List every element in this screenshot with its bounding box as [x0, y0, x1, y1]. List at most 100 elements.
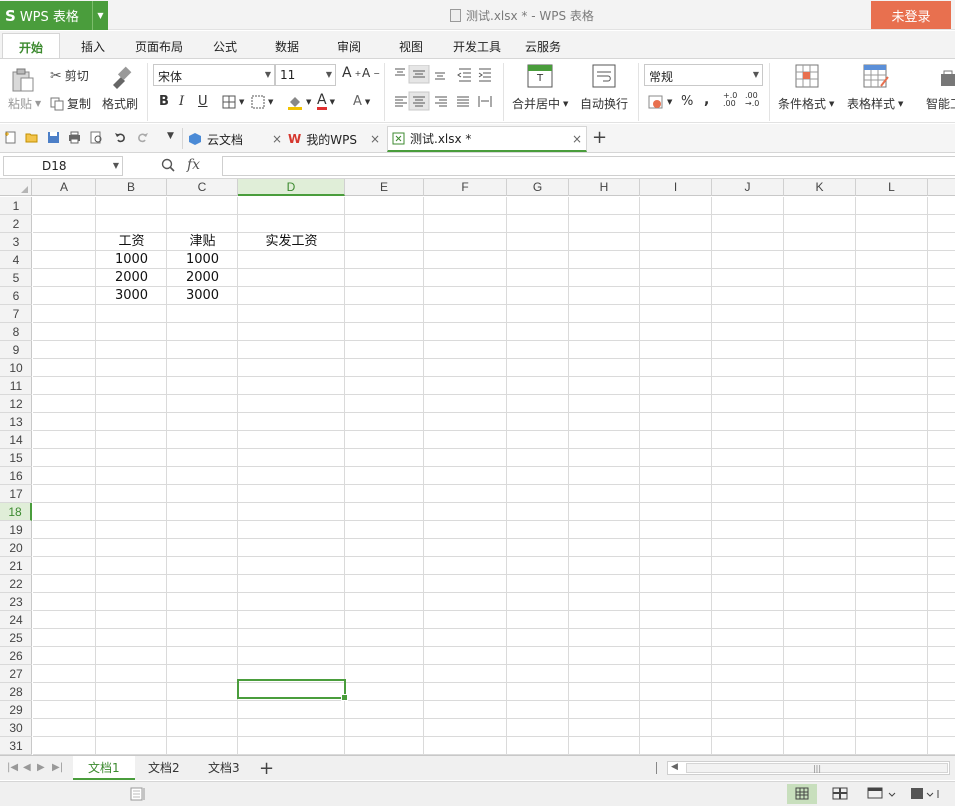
- sheet-tab-3[interactable]: 文档3: [193, 756, 255, 780]
- data-cell[interactable]: 3000: [96, 287, 167, 305]
- row-header-24[interactable]: 24: [0, 611, 32, 629]
- print-preview-icon[interactable]: [90, 131, 103, 144]
- tab-formulas[interactable]: 公式: [213, 38, 237, 55]
- data-cell[interactable]: 1000: [96, 251, 167, 269]
- column-header-l[interactable]: L: [856, 179, 928, 196]
- align-bottom-icon[interactable]: [435, 72, 445, 80]
- sheet-tab-1[interactable]: 文档1: [73, 756, 135, 780]
- tab-cloud-service[interactable]: 云服务: [525, 38, 561, 55]
- copy-button[interactable]: 复制: [50, 95, 91, 112]
- row-header-15[interactable]: 15: [0, 449, 32, 467]
- open-folder-icon[interactable]: [25, 131, 38, 144]
- row-header-25[interactable]: 25: [0, 629, 32, 647]
- doc-tab-my-wps[interactable]: W 我的WPS ×: [288, 126, 384, 152]
- first-sheet-icon[interactable]: |◀: [7, 762, 18, 773]
- print-icon[interactable]: [68, 131, 81, 144]
- formula-input[interactable]: [222, 156, 955, 176]
- normal-view-button[interactable]: [787, 784, 817, 804]
- doc-tab-cloud[interactable]: 云文档 ×: [188, 126, 286, 152]
- column-header-b[interactable]: B: [96, 179, 167, 196]
- tab-developer[interactable]: 开发工具: [453, 38, 501, 55]
- justify-icon[interactable]: [457, 96, 469, 107]
- close-icon[interactable]: ×: [572, 132, 582, 146]
- redo-icon[interactable]: [136, 131, 149, 144]
- data-cell[interactable]: 2000: [167, 269, 238, 287]
- bold-icon[interactable]: B: [159, 94, 169, 109]
- search-function-icon[interactable]: [161, 158, 175, 176]
- row-header-20[interactable]: 20: [0, 539, 32, 557]
- next-sheet-icon[interactable]: ▶: [37, 762, 45, 773]
- column-header-d[interactable]: D: [238, 179, 345, 196]
- increase-decimal-icon[interactable]: +.0.00: [723, 92, 737, 108]
- row-header-12[interactable]: 12: [0, 395, 32, 413]
- new-tab-button[interactable]: +: [592, 127, 607, 148]
- row-header-26[interactable]: 26: [0, 647, 32, 665]
- row-header-13[interactable]: 13: [0, 413, 32, 431]
- row-header-6[interactable]: 6: [0, 287, 32, 305]
- name-box[interactable]: D18 ▼: [3, 156, 123, 176]
- undo-icon[interactable]: [114, 131, 127, 144]
- data-cell[interactable]: 2000: [96, 269, 167, 287]
- font-size-select[interactable]: 11 ▼: [275, 64, 336, 86]
- align-right-icon[interactable]: [435, 96, 447, 107]
- add-sheet-button[interactable]: +: [259, 758, 274, 779]
- column-header-k[interactable]: K: [784, 179, 856, 196]
- scrollbar-thumb[interactable]: |||: [686, 763, 948, 773]
- customize-toolbar-icon[interactable]: ▼: [167, 131, 174, 141]
- tab-review[interactable]: 审阅: [337, 38, 361, 55]
- font-color-button[interactable]: A ▼: [317, 93, 335, 110]
- save-icon[interactable]: [47, 131, 60, 144]
- row-header-14[interactable]: 14: [0, 431, 32, 449]
- align-top-icon[interactable]: [395, 68, 405, 76]
- sheet-tab-2[interactable]: 文档2: [133, 756, 195, 780]
- row-header-16[interactable]: 16: [0, 467, 32, 485]
- row-header-4[interactable]: 4: [0, 251, 32, 269]
- cell-merge-border-button[interactable]: ▼: [251, 95, 273, 109]
- sheet-manager-icon[interactable]: [130, 787, 146, 801]
- header-cell[interactable]: 工资: [96, 233, 167, 251]
- login-button[interactable]: 未登录: [871, 1, 951, 29]
- insert-function-icon[interactable]: fx: [187, 157, 200, 173]
- currency-format-button[interactable]: ▼: [648, 94, 672, 110]
- select-all-corner[interactable]: [0, 179, 32, 196]
- prev-sheet-icon[interactable]: ◀: [23, 762, 31, 773]
- active-cell-d18[interactable]: [237, 679, 348, 701]
- row-header-29[interactable]: 29: [0, 701, 32, 719]
- cut-button[interactable]: ✂ 剪切: [50, 67, 89, 84]
- data-cell[interactable]: 3000: [167, 287, 238, 305]
- underline-icon[interactable]: U: [198, 94, 208, 109]
- row-header-18[interactable]: 18: [0, 503, 32, 521]
- close-icon[interactable]: ×: [272, 132, 282, 146]
- tab-insert[interactable]: 插入: [81, 38, 105, 55]
- app-menu-button[interactable]: S WPS 表格 ▼: [0, 1, 108, 30]
- clear-format-button[interactable]: A ▼: [353, 94, 370, 109]
- align-middle-icon[interactable]: [408, 65, 430, 84]
- distributed-icon[interactable]: [478, 96, 492, 107]
- scroll-left-icon[interactable]: ◀: [671, 762, 678, 772]
- page-break-view-button[interactable]: [826, 784, 856, 804]
- row-header-22[interactable]: 22: [0, 575, 32, 593]
- doc-tab-active-file[interactable]: 测试.xlsx * ×: [387, 126, 587, 152]
- number-format-select[interactable]: 常规 ▼: [644, 64, 763, 86]
- indent-increase-icon[interactable]: [478, 68, 491, 82]
- increase-font-icon[interactable]: A +: [342, 65, 361, 81]
- row-header-28[interactable]: 28: [0, 683, 32, 701]
- header-cell[interactable]: 津贴: [167, 233, 238, 251]
- row-header-1[interactable]: 1: [0, 197, 32, 215]
- column-header-g[interactable]: G: [507, 179, 569, 196]
- row-header-2[interactable]: 2: [0, 215, 32, 233]
- horizontal-scrollbar[interactable]: ◀ |||: [667, 761, 950, 775]
- row-header-3[interactable]: 3: [0, 233, 32, 251]
- new-file-icon[interactable]: [4, 131, 17, 144]
- column-header-i[interactable]: I: [640, 179, 712, 196]
- row-header-19[interactable]: 19: [0, 521, 32, 539]
- column-header-e[interactable]: E: [345, 179, 424, 196]
- border-button[interactable]: ▼: [222, 95, 244, 109]
- tab-view[interactable]: 视图: [399, 38, 423, 55]
- page-layout-view-button[interactable]: [863, 784, 896, 804]
- italic-icon[interactable]: I: [179, 94, 184, 109]
- column-header-h[interactable]: H: [569, 179, 640, 196]
- font-name-select[interactable]: 宋体 ▼: [153, 64, 275, 86]
- row-header-30[interactable]: 30: [0, 719, 32, 737]
- last-sheet-icon[interactable]: ▶|: [52, 762, 63, 773]
